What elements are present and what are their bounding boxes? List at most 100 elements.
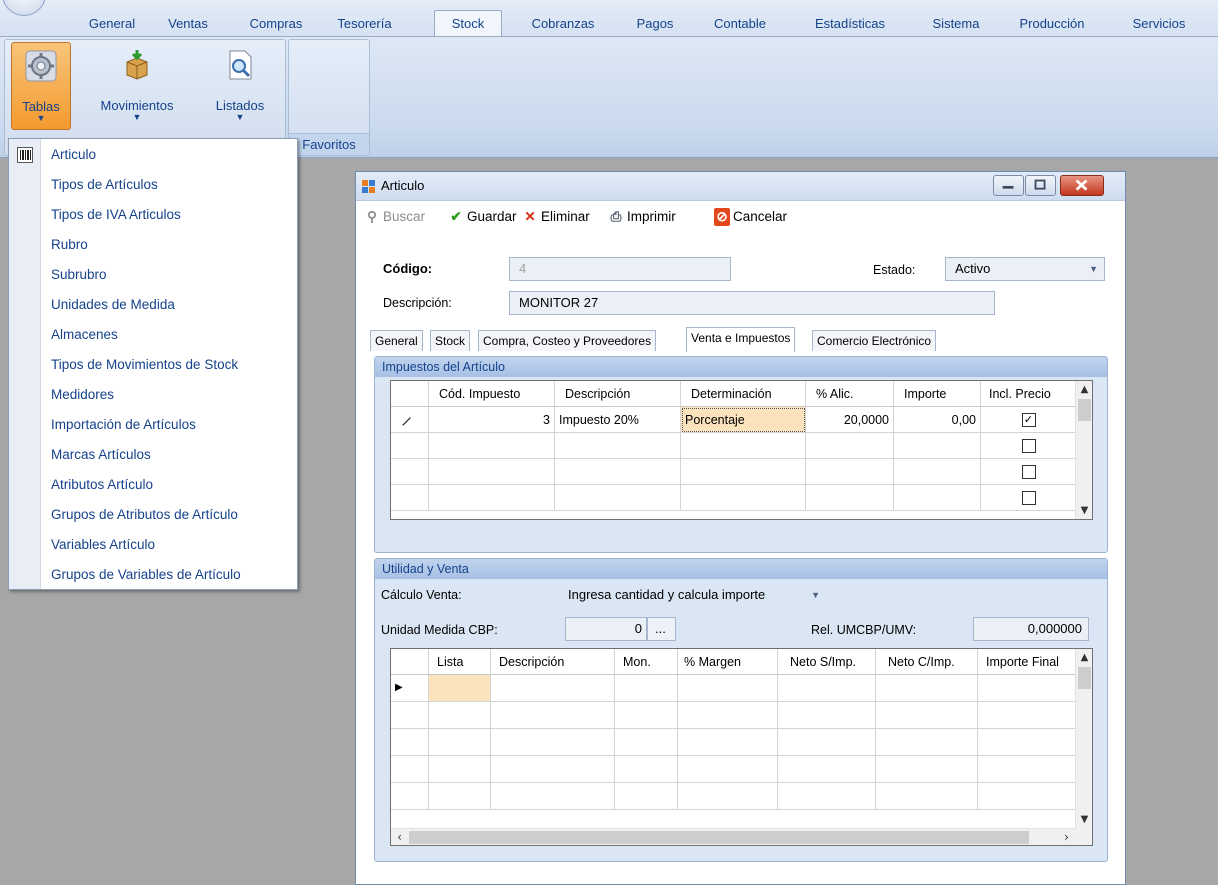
grid-cell[interactable] xyxy=(894,433,981,459)
column-header-lista[interactable]: Lista xyxy=(429,649,491,675)
scroll-right-icon[interactable]: › xyxy=(1058,829,1075,845)
grid-cell[interactable] xyxy=(678,756,778,783)
grid-cell[interactable] xyxy=(491,783,615,810)
unidad-medida-lookup-button[interactable]: ... xyxy=(647,617,676,641)
incl-precio-checkbox[interactable] xyxy=(1021,490,1036,505)
precios-horizontal-scrollbar[interactable]: ‹ › xyxy=(391,828,1075,845)
grid-cell[interactable] xyxy=(778,756,876,783)
grid-cell[interactable] xyxy=(978,783,1077,810)
incl-precio-checkbox[interactable]: ✓ xyxy=(1021,412,1036,427)
tab-general-form[interactable]: General xyxy=(370,330,423,351)
grid-cell[interactable] xyxy=(429,433,555,459)
menu-item-unidades-medida[interactable]: Unidades de Medida xyxy=(9,290,297,320)
tab-compras[interactable]: Compras xyxy=(240,13,312,35)
tab-comercio-electronico[interactable]: Comercio Electrónico xyxy=(812,330,937,351)
menu-item-tipos-movimientos[interactable]: Tipos de Movimientos de Stock xyxy=(9,350,297,380)
grid-cell[interactable] xyxy=(615,702,678,729)
grid-cell[interactable] xyxy=(876,675,978,702)
menu-item-articulo[interactable]: Articulo xyxy=(9,140,297,170)
menu-item-medidores[interactable]: Medidores xyxy=(9,380,297,410)
grid-cell[interactable] xyxy=(894,459,981,485)
scroll-down-icon[interactable]: ▼ xyxy=(1076,502,1092,519)
column-header-alic[interactable]: % Alic. xyxy=(806,381,894,407)
grid-cell[interactable] xyxy=(806,433,894,459)
grid-cell[interactable] xyxy=(876,756,978,783)
application-orb-button[interactable] xyxy=(2,0,46,16)
menu-item-variables[interactable]: Variables Artículo xyxy=(9,530,297,560)
codigo-field[interactable]: 4 xyxy=(509,257,731,281)
column-header-neto-c-imp[interactable]: Neto C/Imp. xyxy=(876,649,978,675)
column-header-mon[interactable]: Mon. xyxy=(615,649,678,675)
tab-estadisticas[interactable]: Estadísticas xyxy=(800,13,900,35)
cell-cod-impuesto[interactable]: 3 xyxy=(429,407,555,433)
grid-cell[interactable] xyxy=(615,729,678,756)
menu-item-rubro[interactable]: Rubro xyxy=(9,230,297,260)
tab-cobranzas[interactable]: Cobranzas xyxy=(521,13,605,35)
scroll-down-icon[interactable]: ▼ xyxy=(1076,811,1092,828)
scroll-up-icon[interactable]: ▲ xyxy=(1076,649,1092,666)
unidad-medida-field[interactable]: 0 xyxy=(565,617,647,641)
grid-cell[interactable] xyxy=(429,702,491,729)
menu-item-grupos-atributos[interactable]: Grupos de Atributos de Artículo xyxy=(9,500,297,530)
cell-descripcion[interactable]: Impuesto 20% xyxy=(555,407,681,433)
column-header-cod-impuesto[interactable]: Cód. Impuesto xyxy=(429,381,555,407)
scroll-left-icon[interactable]: ‹ xyxy=(391,829,408,845)
tab-tesoreria[interactable]: Tesorería xyxy=(322,13,407,35)
grid-cell[interactable] xyxy=(615,675,678,702)
grid-cell[interactable] xyxy=(678,702,778,729)
tab-stock[interactable]: Stock xyxy=(434,10,502,37)
imprimir-button[interactable]: ⎙ Imprimir xyxy=(608,208,676,226)
grid-cell[interactable] xyxy=(429,756,491,783)
column-header-neto-s-imp[interactable]: Neto S/Imp. xyxy=(778,649,876,675)
grid-cell[interactable] xyxy=(894,485,981,511)
tab-general[interactable]: General xyxy=(78,13,146,35)
grid-cell[interactable] xyxy=(778,675,876,702)
tab-stock-form[interactable]: Stock xyxy=(430,330,471,351)
grid-cell[interactable] xyxy=(876,783,978,810)
tablas-button[interactable]: Tablas ▼ xyxy=(11,42,71,130)
menu-item-tipos-articulos[interactable]: Tipos de Artículos xyxy=(9,170,297,200)
scroll-up-icon[interactable]: ▲ xyxy=(1076,381,1092,398)
close-button[interactable] xyxy=(1060,175,1104,196)
precios-grid[interactable]: Lista Descripción Mon. % Margen Neto S/I… xyxy=(390,648,1093,846)
tab-produccion[interactable]: Producción xyxy=(1006,13,1098,35)
grid-cell[interactable] xyxy=(978,702,1077,729)
tab-compra-costeo[interactable]: Compra, Costeo y Proveedores xyxy=(478,330,657,351)
grid-cell[interactable] xyxy=(681,459,806,485)
impuestos-grid[interactable]: Cód. Impuesto Descripción Determinación … xyxy=(390,380,1093,520)
column-header-descripcion[interactable]: Descripción xyxy=(491,649,615,675)
grid-cell[interactable] xyxy=(491,729,615,756)
grid-cell[interactable] xyxy=(681,433,806,459)
cell-determinacion[interactable]: Porcentaje xyxy=(681,407,806,433)
grid-cell[interactable] xyxy=(429,783,491,810)
grid-cell[interactable] xyxy=(876,702,978,729)
grid-cell[interactable] xyxy=(678,729,778,756)
incl-precio-checkbox[interactable] xyxy=(1021,464,1036,479)
menu-item-tipos-iva[interactable]: Tipos de IVA Articulos xyxy=(9,200,297,230)
grid-cell[interactable] xyxy=(615,756,678,783)
grid-cell[interactable] xyxy=(491,702,615,729)
minimize-button[interactable] xyxy=(993,175,1024,196)
column-header-importe[interactable]: Importe xyxy=(894,381,981,407)
grid-cell[interactable] xyxy=(429,675,491,702)
window-titlebar[interactable]: Articulo xyxy=(356,172,1125,201)
cell-alic[interactable]: 20,0000 xyxy=(806,407,894,433)
grid-cell[interactable] xyxy=(806,485,894,511)
grid-cell[interactable] xyxy=(678,783,778,810)
tab-sistema[interactable]: Sistema xyxy=(920,13,992,35)
cancelar-button[interactable]: ⊘ Cancelar xyxy=(714,208,787,226)
tab-ventas[interactable]: Ventas xyxy=(157,13,219,35)
grid-cell[interactable] xyxy=(778,783,876,810)
grid-cell[interactable] xyxy=(876,729,978,756)
menu-item-almacenes[interactable]: Almacenes xyxy=(9,320,297,350)
cell-importe[interactable]: 0,00 xyxy=(894,407,981,433)
grid-cell[interactable] xyxy=(678,675,778,702)
estado-select[interactable]: Activo ▼ xyxy=(945,257,1105,281)
menu-item-atributos[interactable]: Atributos Artículo xyxy=(9,470,297,500)
grid-cell[interactable] xyxy=(429,729,491,756)
column-header-margen[interactable]: % Margen xyxy=(678,649,778,675)
scroll-thumb[interactable] xyxy=(409,831,1029,844)
menu-item-importacion-articulos[interactable]: Importación de Artículos xyxy=(9,410,297,440)
maximize-button[interactable] xyxy=(1025,175,1056,196)
incl-precio-checkbox[interactable] xyxy=(1021,438,1036,453)
